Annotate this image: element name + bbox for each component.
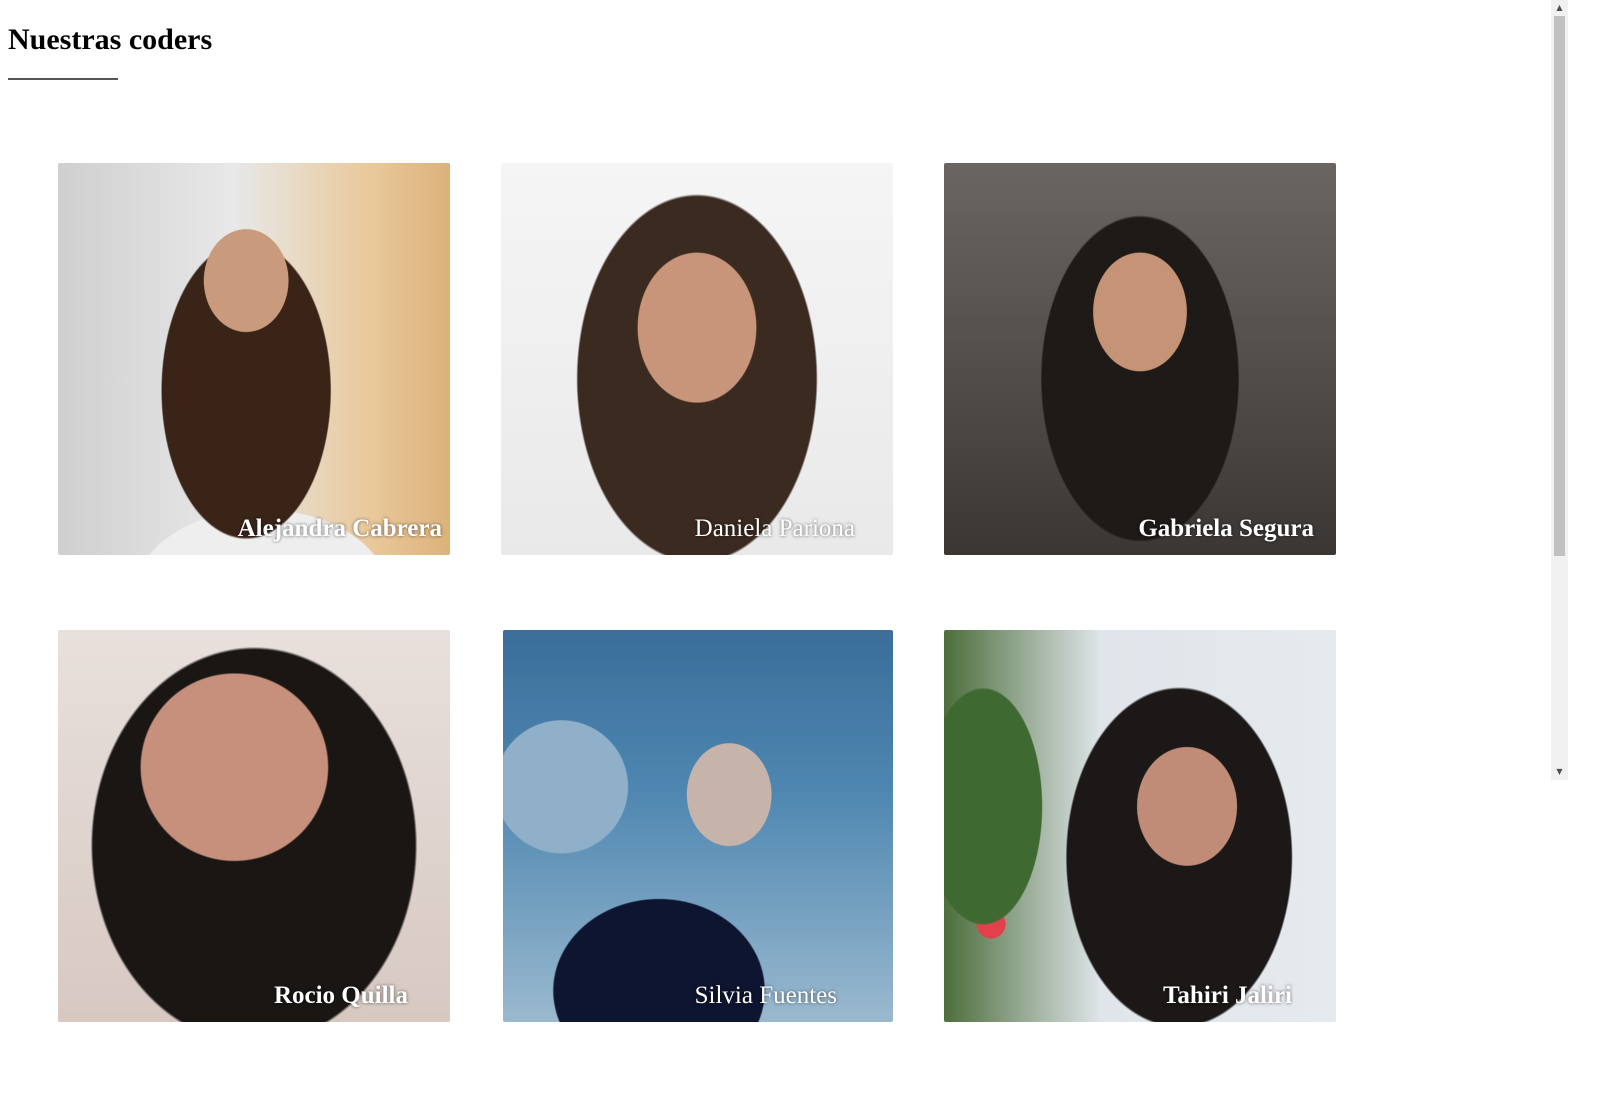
coder-card-rocio-quilla[interactable]: Rocio Quilla <box>58 630 450 1022</box>
vertical-scrollbar[interactable]: ▲ ▼ <box>1551 0 1568 780</box>
coder-photo <box>501 163 893 555</box>
coder-photo <box>58 163 450 555</box>
coder-name: Daniela Pariona <box>694 515 855 542</box>
coder-name: Alejandra Cabrera <box>237 515 442 542</box>
title-underline <box>8 78 118 80</box>
coder-photo <box>944 163 1336 555</box>
coder-photo <box>503 630 893 1022</box>
coder-card-tahiri-jaliri[interactable]: Tahiri Jaliri <box>944 630 1336 1022</box>
coder-card-alejandra-cabrera[interactable]: Alejandra Cabrera <box>58 163 450 555</box>
page-title: Nuestras coders <box>8 23 213 56</box>
coder-photo <box>944 630 1336 1022</box>
coder-card-silvia-fuentes[interactable]: Silvia Fuentes <box>503 630 893 1022</box>
coder-photo <box>58 630 450 1022</box>
coder-name: Silvia Fuentes <box>694 982 837 1009</box>
coder-name: Gabriela Segura <box>1138 515 1314 542</box>
chevron-down-icon[interactable]: ▼ <box>1551 764 1568 780</box>
coder-name: Tahiri Jaliri <box>1163 982 1292 1009</box>
coder-name: Rocio Quilla <box>273 982 408 1009</box>
coder-card-daniela-pariona[interactable]: Daniela Pariona <box>501 163 893 555</box>
chevron-up-icon[interactable]: ▲ <box>1551 0 1568 16</box>
coder-card-gabriela-segura[interactable]: Gabriela Segura <box>944 163 1336 555</box>
scrollbar-thumb[interactable] <box>1554 16 1565 556</box>
page: Nuestras coders Alejandra Cabrera Daniel… <box>0 0 1600 1102</box>
